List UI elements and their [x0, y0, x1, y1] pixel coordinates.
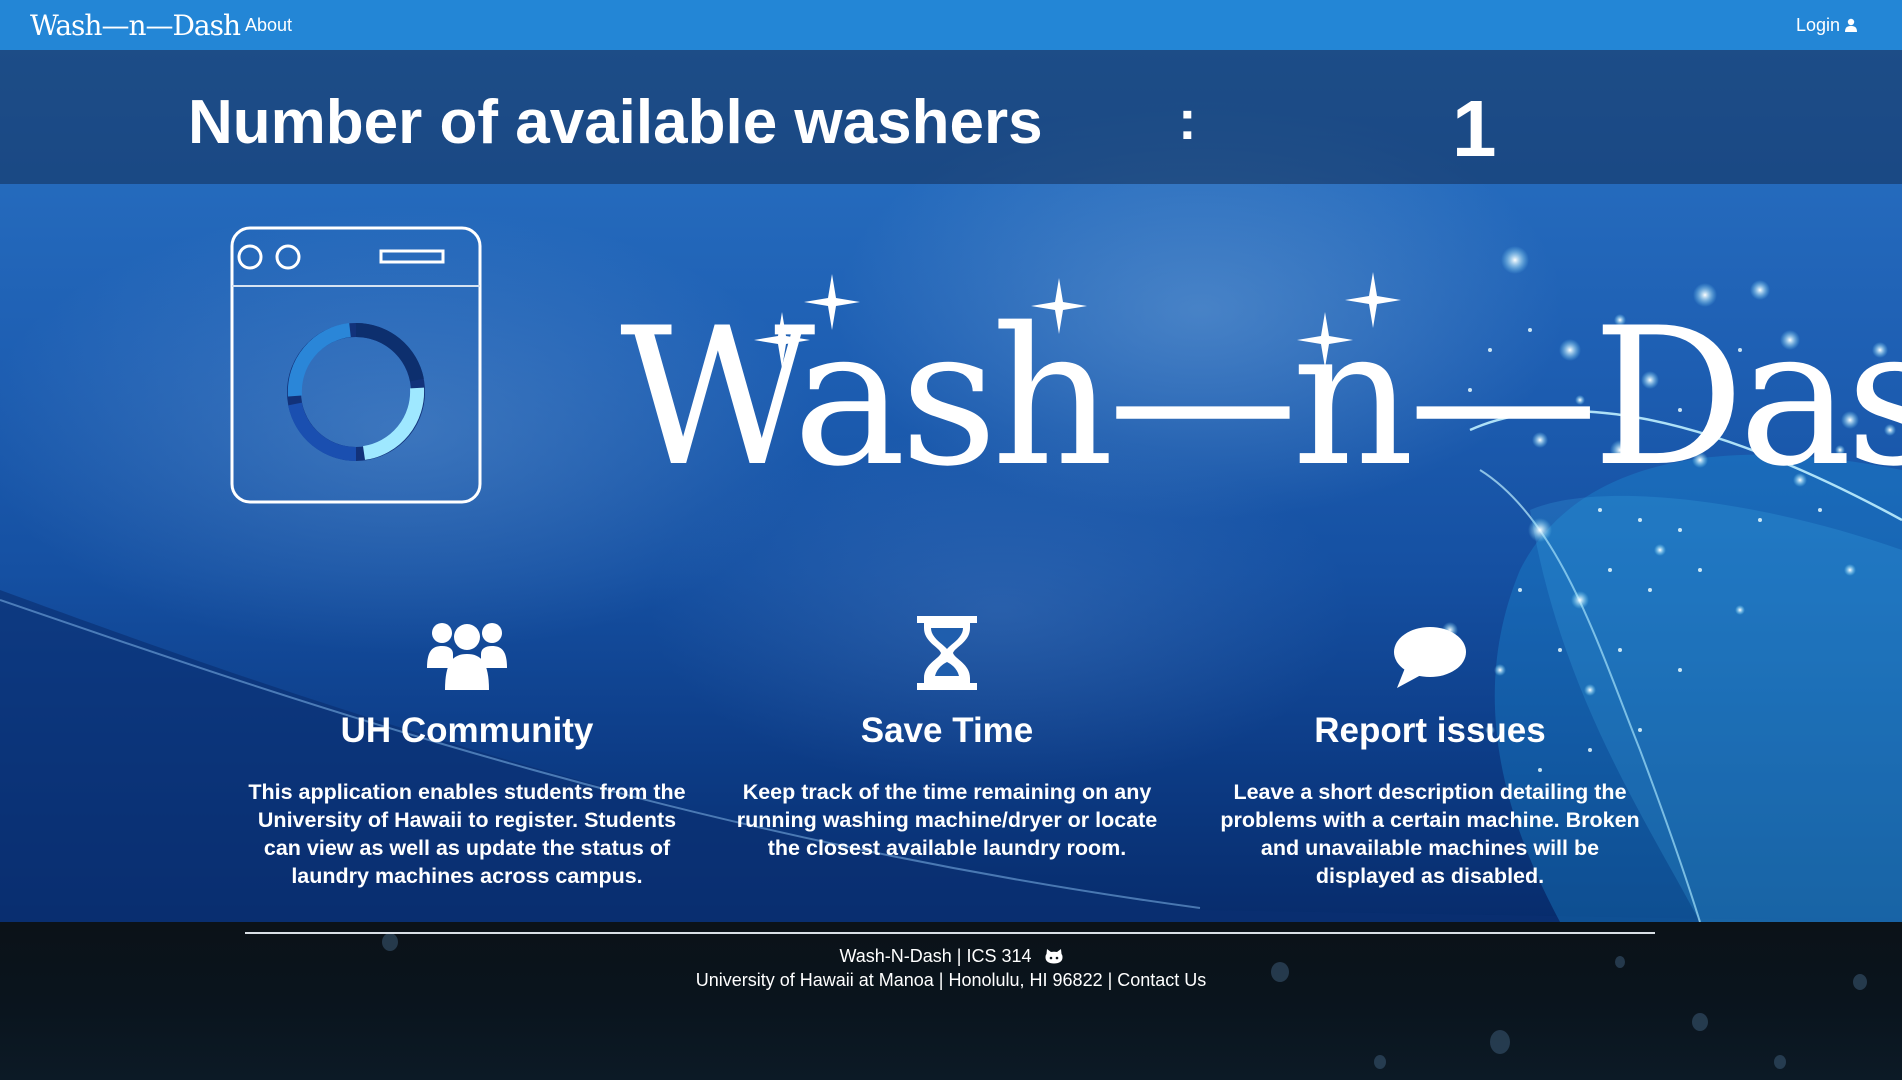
feature-description: This application enables students from t… [248, 780, 686, 888]
feature-title: Report issues [1314, 711, 1546, 750]
feature-save-time: Save Time Keep track of the time remaini… [727, 610, 1167, 862]
navbar: Wash—n—Dash About Login [0, 0, 1902, 50]
speech-bubble-icon [1394, 627, 1466, 688]
footer-address: University of Hawaii at Manoa | Honolulu… [695, 970, 1207, 990]
feature-description: Leave a short description detailing the … [1220, 780, 1640, 888]
hourglass-icon [917, 616, 977, 690]
feature-uh-community: UH Community This application enables st… [247, 610, 687, 890]
sparkle-icon [754, 272, 1401, 368]
feature-report-issues: Report issues Leave a short description … [1210, 610, 1650, 890]
nav-about-link[interactable]: About [245, 0, 292, 50]
feature-description: Keep track of the time remaining on any … [736, 780, 1158, 860]
github-icon[interactable] [1045, 948, 1063, 964]
users-icon [427, 623, 507, 690]
footer: Wash-N-Dash | ICS 314 University of Hawa… [0, 922, 1902, 1080]
login-label: Login [1795, 15, 1840, 35]
user-icon [1845, 18, 1857, 32]
hero-section: Number of available washers : 1 Wash—n—D… [0, 50, 1902, 922]
nav-login-link[interactable]: Login [1796, 0, 1858, 50]
feature-title: UH Community [340, 711, 594, 750]
footer-divider [245, 932, 1655, 934]
feature-title: Save Time [860, 711, 1034, 750]
footer-credits-text: Wash-N-Dash | ICS 314 [839, 946, 1032, 966]
brand-logo[interactable]: Wash—n—Dash [30, 0, 241, 50]
